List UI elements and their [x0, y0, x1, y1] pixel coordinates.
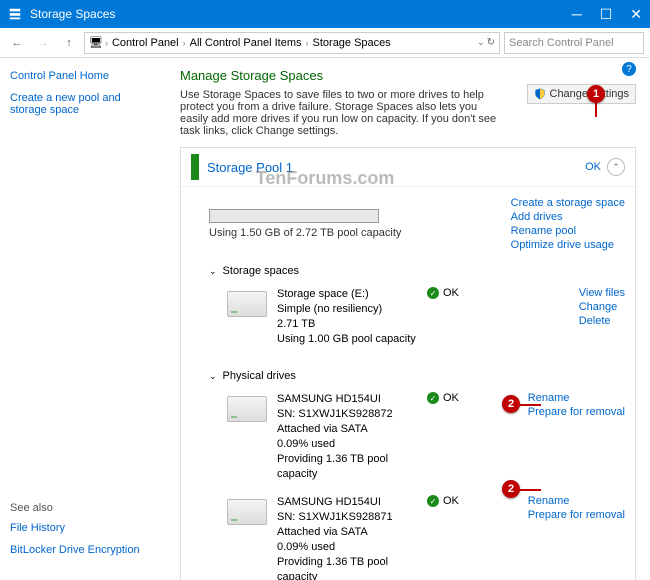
drive-icon: [227, 396, 267, 422]
chevron-down-icon: ⌄: [209, 266, 217, 277]
search-input[interactable]: Search Control Panel: [504, 32, 644, 54]
drive-sn: SN: S1XWJ1KS928872: [277, 407, 417, 422]
drive-status: OK: [443, 495, 459, 507]
drive-providing: Providing 1.36 TB pool capacity: [277, 452, 417, 482]
space-status: OK: [443, 287, 459, 299]
space-title: Storage space (E:): [277, 287, 417, 302]
ok-icon: ✓: [427, 392, 439, 404]
section-storage-spaces: ⌄ Storage spaces Storage space (E:) Simp…: [209, 265, 635, 356]
drive-used: 0.09% used: [277, 540, 417, 555]
chevron-down-icon: ⌄: [209, 371, 217, 382]
section-header-drives[interactable]: ⌄ Physical drives: [209, 370, 635, 382]
breadcrumb-dropdown-icon[interactable]: ⌄: [477, 37, 485, 48]
minimize-button[interactable]: ─: [572, 6, 582, 23]
annotation-1: 1: [587, 85, 605, 103]
seealso-file-history[interactable]: File History: [10, 522, 140, 534]
bc-icon: 🖥: [89, 36, 103, 49]
close-button[interactable]: ✕: [630, 6, 642, 23]
breadcrumb[interactable]: 🖥 › Control Panel › All Control Panel It…: [84, 32, 500, 54]
forward-button[interactable]: →: [32, 32, 54, 54]
drive-attach: Attached via SATA: [277, 525, 417, 540]
drive-attach: Attached via SATA: [277, 422, 417, 437]
drive-title: SAMSUNG HD154UI: [277, 392, 417, 407]
storage-space-item: Storage space (E:) Simple (no resiliency…: [209, 283, 635, 356]
seealso-label: See also: [10, 502, 140, 514]
link-add-drives[interactable]: Add drives: [511, 211, 625, 223]
change-settings-button[interactable]: Change settings: [527, 84, 637, 104]
drive-used: 0.09% used: [277, 437, 417, 452]
annotation-2: 2: [502, 395, 520, 413]
link-prepare-removal[interactable]: Prepare for removal: [528, 509, 625, 521]
page-heading: Manage Storage Spaces: [180, 68, 636, 83]
sidebar: Control Panel Home Create a new pool and…: [0, 58, 170, 580]
drive-icon: [227, 291, 267, 317]
shield-icon: [534, 88, 546, 100]
pool-name: Storage Pool 1: [207, 160, 585, 175]
drive-status: OK: [443, 392, 459, 404]
section-header-spaces[interactable]: ⌄ Storage spaces: [209, 265, 635, 277]
physical-drive-item: SAMSUNG HD154UI SN: S1XWJ1KS928871 Attac…: [209, 491, 635, 580]
link-rename-drive[interactable]: Rename: [528, 495, 625, 507]
link-change[interactable]: Change: [579, 301, 625, 313]
capacity-bar: [209, 209, 379, 223]
app-icon: [8, 7, 22, 21]
ok-icon: ✓: [427, 495, 439, 507]
refresh-icon[interactable]: ↻: [487, 37, 495, 48]
drive-title: SAMSUNG HD154UI: [277, 495, 417, 510]
pool-status-bar: [191, 154, 199, 180]
up-button[interactable]: ↑: [58, 32, 80, 54]
window-title: Storage Spaces: [30, 7, 115, 21]
drive-sn: SN: S1XWJ1KS928871: [277, 510, 417, 525]
drive-providing: Providing 1.36 TB pool capacity: [277, 555, 417, 580]
pool-header[interactable]: Storage Pool 1 OK ⌃: [181, 148, 635, 187]
link-prepare-removal[interactable]: Prepare for removal: [528, 406, 625, 418]
link-rename-drive[interactable]: Rename: [528, 392, 625, 404]
sidebar-home[interactable]: Control Panel Home: [10, 70, 160, 82]
link-rename-pool[interactable]: Rename pool: [511, 225, 625, 237]
ok-icon: ✓: [427, 287, 439, 299]
titlebar: Storage Spaces ─ ☐ ✕: [0, 0, 650, 28]
space-usage: Using 1.00 GB pool capacity: [277, 332, 417, 347]
pool-status: OK: [585, 161, 601, 173]
link-view-files[interactable]: View files: [579, 287, 625, 299]
maximize-button[interactable]: ☐: [600, 6, 613, 23]
nav-toolbar: ← → ↑ 🖥 › Control Panel › All Control Pa…: [0, 28, 650, 58]
help-icon[interactable]: ?: [622, 62, 636, 76]
collapse-icon[interactable]: ⌃: [607, 158, 625, 176]
back-button[interactable]: ←: [6, 32, 28, 54]
seealso-bitlocker[interactable]: BitLocker Drive Encryption: [10, 544, 140, 556]
crumb-0[interactable]: Control Panel: [110, 37, 181, 49]
annotation-3: 2: [502, 480, 520, 498]
space-size: 2.71 TB: [277, 317, 417, 332]
annotation-line: [519, 489, 541, 491]
drive-icon: [227, 499, 267, 525]
link-optimize[interactable]: Optimize drive usage: [511, 239, 625, 251]
storage-pool: Storage Pool 1 OK ⌃ Using 1.50 GB of 2.7…: [180, 147, 636, 580]
link-create-space[interactable]: Create a storage space: [511, 197, 625, 209]
link-delete[interactable]: Delete: [579, 315, 625, 327]
physical-drive-item: SAMSUNG HD154UI SN: S1XWJ1KS928872 Attac…: [209, 388, 635, 491]
annotation-line: [595, 103, 597, 117]
annotation-line: [519, 404, 541, 406]
crumb-2[interactable]: Storage Spaces: [311, 37, 393, 49]
sidebar-create-pool[interactable]: Create a new pool and storage space: [10, 92, 160, 116]
page-description: Use Storage Spaces to save files to two …: [180, 89, 500, 137]
main-content: ? Manage Storage Spaces Use Storage Spac…: [170, 58, 650, 580]
section-physical-drives: ⌄ Physical drives SAMSUNG HD154UI SN: S1…: [209, 370, 635, 580]
crumb-1[interactable]: All Control Panel Items: [188, 37, 304, 49]
space-resiliency: Simple (no resiliency): [277, 302, 417, 317]
capacity-text: Using 1.50 GB of 2.72 TB pool capacity: [209, 227, 401, 239]
